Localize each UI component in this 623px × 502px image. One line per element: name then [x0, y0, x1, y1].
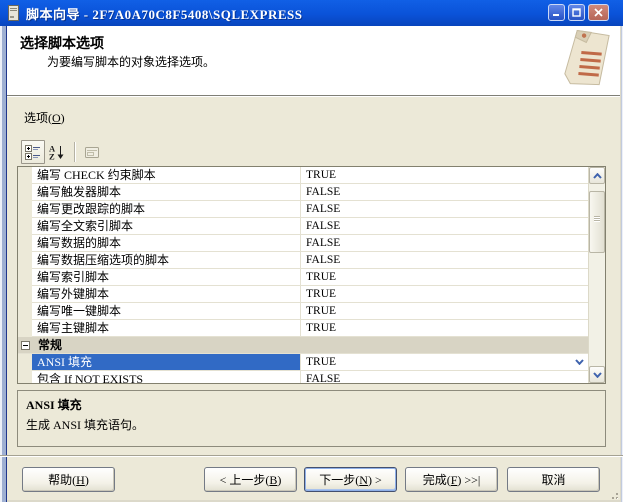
- collapse-minus-icon[interactable]: [21, 341, 30, 350]
- property-value[interactable]: FALSE: [301, 218, 588, 235]
- property-row[interactable]: 编写索引脚本TRUE: [18, 269, 588, 286]
- property-row[interactable]: 编写数据的脚本FALSE: [18, 235, 588, 252]
- property-grid-rows: 编写 CHECK 约束脚本TRUE编写触发器脚本FALSE编写更改跟踪的脚本FA…: [18, 167, 588, 383]
- description-panel: ANSI 填充 生成 ANSI 填充语句。: [17, 390, 606, 447]
- page-title: 选择脚本选项: [20, 33, 104, 53]
- row-indent: [18, 218, 32, 235]
- property-name[interactable]: 编写触发器脚本: [32, 184, 301, 201]
- minimize-button[interactable]: [548, 4, 565, 21]
- button-separator: [0, 455, 623, 456]
- property-value[interactable]: TRUE: [301, 286, 588, 303]
- property-row[interactable]: 编写唯一键脚本TRUE: [18, 303, 588, 320]
- scroll-down-button[interactable]: [589, 366, 605, 383]
- row-indent: [18, 235, 32, 252]
- options-label: 选项(O): [24, 109, 65, 126]
- property-value[interactable]: FALSE: [301, 252, 588, 269]
- next-button[interactable]: 下一步(N) >: [304, 467, 397, 492]
- category-row[interactable]: 常规: [18, 337, 588, 354]
- property-value[interactable]: TRUE: [301, 354, 588, 371]
- cancel-button[interactable]: 取消: [507, 467, 600, 492]
- window-frame-left: [0, 26, 7, 502]
- finish-button[interactable]: 完成(F) >>|: [405, 467, 498, 492]
- property-name[interactable]: 编写全文索引脚本: [32, 218, 301, 235]
- property-value[interactable]: TRUE: [301, 303, 588, 320]
- row-indent: [18, 320, 32, 337]
- alphabetical-sort-button[interactable]: A Z: [45, 140, 69, 164]
- property-row[interactable]: 编写 CHECK 约束脚本TRUE: [18, 167, 588, 184]
- wizard-banner: 选择脚本选项 为要编写脚本的对象选择选项。: [7, 26, 620, 96]
- row-indent: [18, 269, 32, 286]
- property-value[interactable]: TRUE: [301, 269, 588, 286]
- row-indent: [18, 303, 32, 320]
- property-row[interactable]: 编写数据压缩选项的脚本FALSE: [18, 252, 588, 269]
- property-value[interactable]: FALSE: [301, 201, 588, 218]
- property-row[interactable]: 编写触发器脚本FALSE: [18, 184, 588, 201]
- back-button[interactable]: < 上一步(B): [204, 467, 297, 492]
- property-name[interactable]: 编写更改跟踪的脚本: [32, 201, 301, 218]
- categorized-icon: [25, 144, 41, 160]
- property-pages-button: [80, 140, 104, 164]
- scroll-down-icon: [593, 372, 602, 378]
- az-sort-icon: A Z: [49, 144, 65, 160]
- property-row[interactable]: 编写主键脚本TRUE: [18, 320, 588, 337]
- titlebar: 脚本向导 - 2F7A0A70C8F5408\SQLEXPRESS: [0, 0, 623, 26]
- window-title: 脚本向导 - 2F7A0A70C8F5408\SQLEXPRESS: [26, 4, 303, 23]
- close-icon: [594, 8, 603, 17]
- description-text: 生成 ANSI 填充语句。: [26, 416, 605, 433]
- row-indent: [18, 354, 32, 371]
- toolbar-separator: [74, 142, 75, 162]
- scroll-up-icon: [593, 173, 602, 179]
- row-indent: [18, 167, 32, 184]
- minimize-icon: [552, 8, 561, 17]
- property-value[interactable]: FALSE: [301, 184, 588, 201]
- property-name[interactable]: 编写数据的脚本: [32, 235, 301, 252]
- property-value[interactable]: TRUE: [301, 167, 588, 184]
- row-indent: [18, 184, 32, 201]
- grid-scrollbar[interactable]: [588, 167, 605, 383]
- property-name[interactable]: 编写外键脚本: [32, 286, 301, 303]
- property-row[interactable]: 编写外键脚本TRUE: [18, 286, 588, 303]
- maximize-icon: [572, 8, 581, 17]
- script-wizard-window: 脚本向导 - 2F7A0A70C8F5408\SQLEXPRESS 选择脚本选项…: [0, 0, 623, 502]
- property-name[interactable]: 编写 CHECK 约束脚本: [32, 167, 301, 184]
- description-title: ANSI 填充: [26, 396, 605, 413]
- property-row[interactable]: ANSI 填充TRUE: [18, 354, 588, 371]
- property-value[interactable]: TRUE: [301, 320, 588, 337]
- property-row[interactable]: 编写全文索引脚本FALSE: [18, 218, 588, 235]
- property-name[interactable]: 编写索引脚本: [32, 269, 301, 286]
- scroll-up-button[interactable]: [589, 167, 605, 184]
- help-button[interactable]: 帮助(H): [22, 467, 115, 492]
- property-name[interactable]: 编写主键脚本: [32, 320, 301, 337]
- scrollbar-thumb[interactable]: [589, 191, 605, 253]
- dropdown-chevron-icon: [575, 359, 584, 365]
- script-watermark-icon: [558, 28, 614, 90]
- property-value[interactable]: FALSE: [301, 371, 588, 383]
- window-icon: [7, 5, 20, 21]
- svg-text:Z: Z: [49, 152, 55, 161]
- resize-grip[interactable]: [607, 487, 619, 499]
- value-dropdown-button[interactable]: [572, 355, 587, 369]
- property-value[interactable]: FALSE: [301, 235, 588, 252]
- property-name[interactable]: 编写唯一键脚本: [32, 303, 301, 320]
- caption-buttons: [548, 4, 609, 21]
- property-name[interactable]: 包含 If NOT EXISTS: [32, 371, 301, 383]
- maximize-button[interactable]: [568, 4, 585, 21]
- property-row[interactable]: 编写更改跟踪的脚本FALSE: [18, 201, 588, 218]
- page-subtitle: 为要编写脚本的对象选择选项。: [47, 53, 215, 70]
- property-name[interactable]: ANSI 填充: [32, 354, 301, 371]
- row-indent: [18, 252, 32, 269]
- property-row[interactable]: 包含 If NOT EXISTSFALSE: [18, 371, 588, 383]
- property-grid: 编写 CHECK 约束脚本TRUE编写触发器脚本FALSE编写更改跟踪的脚本FA…: [17, 166, 606, 384]
- property-pages-icon: [84, 144, 100, 160]
- category-label: 常规: [38, 338, 62, 353]
- row-indent: [18, 286, 32, 303]
- property-name[interactable]: 编写数据压缩选项的脚本: [32, 252, 301, 269]
- close-button[interactable]: [588, 4, 609, 21]
- categorized-view-button[interactable]: [21, 140, 45, 164]
- grid-toolbar: A Z: [21, 139, 104, 165]
- row-indent: [18, 371, 32, 383]
- thumb-grip-icon: [590, 216, 604, 221]
- row-indent: [18, 201, 32, 218]
